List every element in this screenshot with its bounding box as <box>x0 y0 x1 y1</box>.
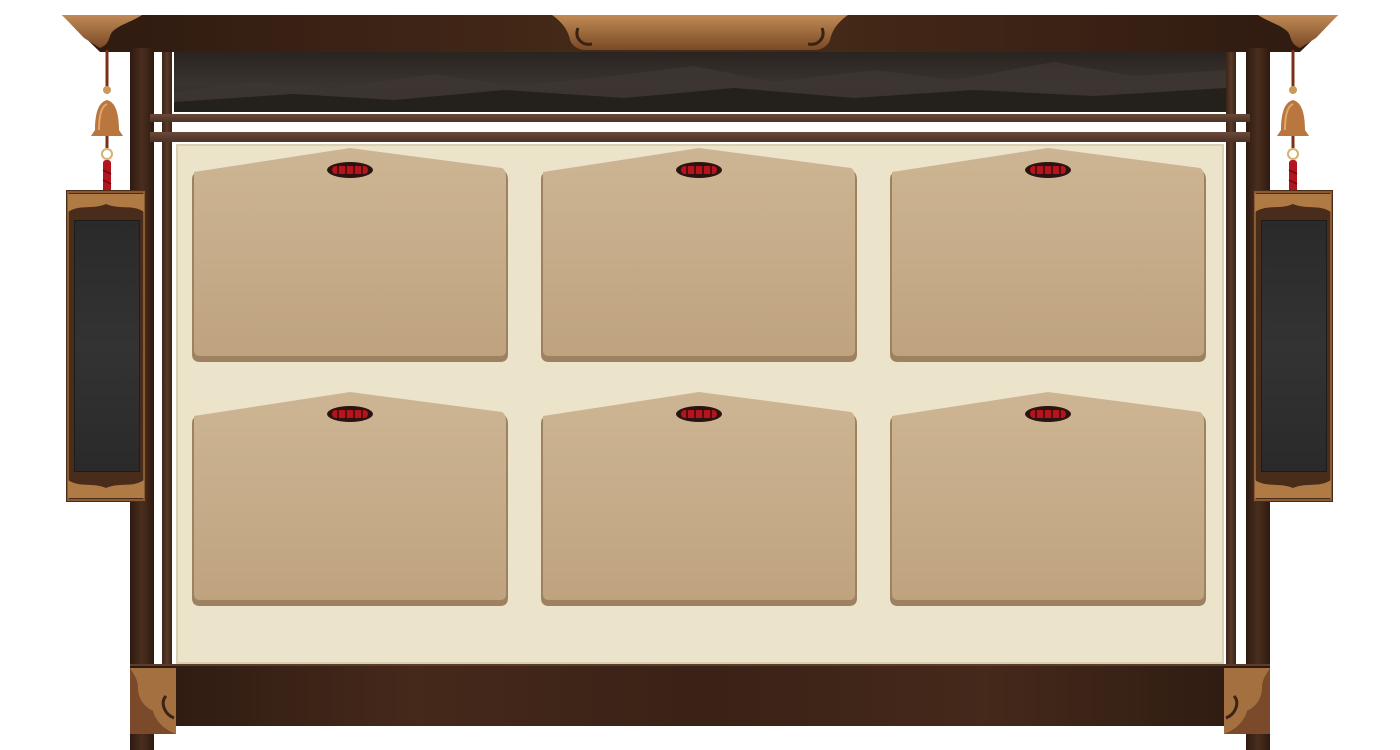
left-post-gap <box>154 52 160 662</box>
bottom-beam <box>130 664 1270 726</box>
wish-plaque-6[interactable] <box>888 392 1208 608</box>
wish-plaque-4[interactable] <box>190 392 510 608</box>
rope-knot-icon <box>1025 162 1071 178</box>
bottom-left-corner-ornament <box>130 668 176 734</box>
right-hanging-banner[interactable] <box>1253 190 1333 502</box>
wish-plaque-5[interactable] <box>539 392 859 608</box>
plaque-message <box>908 438 1188 588</box>
right-post-gap <box>1240 52 1246 662</box>
lower-crossbar <box>150 132 1250 142</box>
plaque-message <box>210 194 490 344</box>
roof-center-ornament <box>552 15 848 50</box>
plaque-message <box>210 438 490 588</box>
rope-knot-icon <box>676 162 722 178</box>
right-banner-text <box>1261 220 1327 472</box>
right-inner-post <box>1226 52 1236 667</box>
upper-crossbar <box>150 114 1250 122</box>
pavilion-roof <box>62 15 1338 52</box>
left-inner-post <box>162 52 172 667</box>
wish-plaque-3[interactable] <box>888 148 1208 364</box>
wish-plaque-2[interactable] <box>539 148 859 364</box>
plaque-message <box>908 194 1188 344</box>
plaque-message <box>559 438 839 588</box>
rope-knot-icon <box>327 162 373 178</box>
bottom-right-corner-ornament <box>1224 668 1270 734</box>
right-bell-icon[interactable] <box>1271 50 1315 210</box>
wish-plaque-1[interactable] <box>190 148 510 364</box>
left-banner-text <box>74 220 140 472</box>
rope-knot-icon <box>1025 406 1071 422</box>
rope-knot-icon <box>676 406 722 422</box>
mountain-landscape-strip <box>174 52 1226 112</box>
left-hanging-banner[interactable] <box>66 190 146 502</box>
rope-knot-icon <box>327 406 373 422</box>
plaque-message <box>559 194 839 344</box>
left-bell-icon[interactable] <box>85 50 129 210</box>
